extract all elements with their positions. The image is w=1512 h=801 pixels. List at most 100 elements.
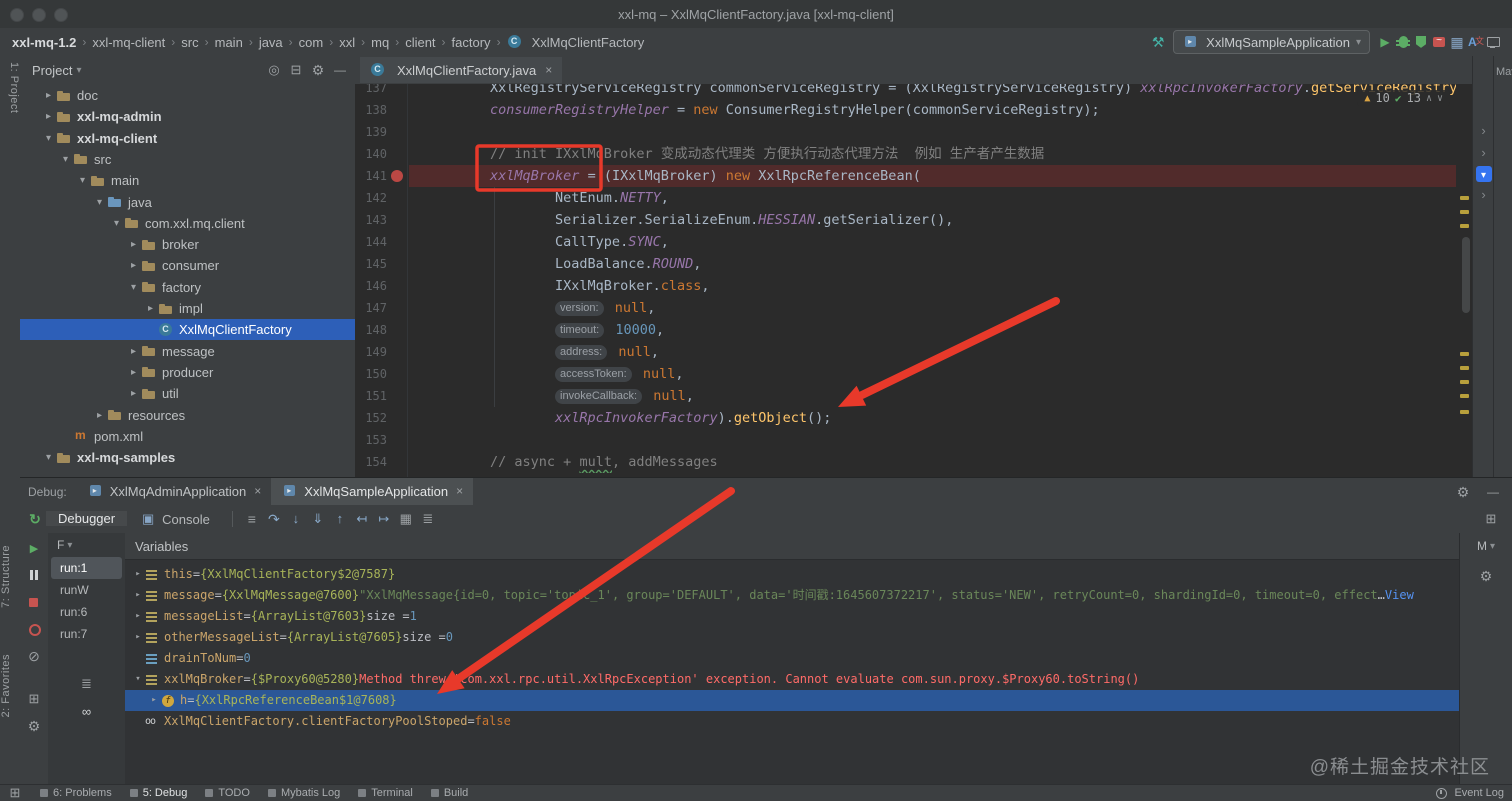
breadcrumb-item[interactable]: mq bbox=[369, 35, 391, 50]
breadcrumb-item[interactable]: src bbox=[179, 35, 200, 50]
code-line[interactable]: CallType.SYNC, bbox=[419, 231, 1458, 253]
code-line[interactable]: // async + mult, addMessages bbox=[419, 451, 1458, 473]
code-editor[interactable]: 137 XxlRegistryServiceRegistry commonSer… bbox=[355, 84, 1472, 477]
thread-item[interactable]: run:6 bbox=[51, 601, 122, 623]
code-line[interactable]: NetEnum.NETTY, bbox=[419, 187, 1458, 209]
monitor-icon[interactable] bbox=[1484, 33, 1502, 51]
view-tab-debugger[interactable]: Debugger bbox=[46, 511, 128, 526]
inspections-widget[interactable]: ▲ 10 ✔ 13 ∧ ∨ bbox=[1357, 90, 1450, 106]
wrench-icon[interactable] bbox=[1149, 33, 1167, 51]
tree-item[interactable]: ▾ java bbox=[20, 192, 355, 213]
chevron-collapsed-icon[interactable]: ▸ bbox=[41, 111, 56, 122]
step-over-icon[interactable] bbox=[265, 510, 283, 528]
tree-item[interactable]: ▸ message bbox=[20, 341, 355, 362]
chevron-icon[interactable] bbox=[1475, 186, 1493, 204]
line-number[interactable]: 146 bbox=[357, 275, 387, 297]
tree-item[interactable]: ▸ broker bbox=[20, 234, 355, 255]
view-breakpoints-icon[interactable] bbox=[25, 620, 43, 638]
scrollbar-thumb[interactable] bbox=[1462, 237, 1470, 313]
restore-layout-icon[interactable] bbox=[1482, 510, 1500, 528]
line-number[interactable]: 142 bbox=[357, 187, 387, 209]
project-panel-title[interactable]: Project bbox=[32, 63, 72, 78]
coverage-icon[interactable] bbox=[1412, 33, 1430, 51]
tree-item[interactable]: ▾ xxl-mq-client bbox=[20, 128, 355, 149]
step-out-icon[interactable] bbox=[331, 510, 349, 528]
close-icon[interactable]: × bbox=[254, 484, 261, 498]
tree-item[interactable]: ▾ src bbox=[20, 149, 355, 170]
event-log-icon[interactable] bbox=[1432, 784, 1450, 801]
stop-icon[interactable] bbox=[25, 593, 43, 611]
chevron-collapsed-icon[interactable]: ▸ bbox=[131, 564, 145, 585]
next-problem-icon[interactable]: ∨ bbox=[1437, 93, 1443, 104]
variable-row[interactable]: drainToNum = 0 bbox=[125, 648, 1460, 669]
chevron-collapsed-icon[interactable]: ▸ bbox=[126, 388, 141, 399]
view-table-icon[interactable] bbox=[397, 510, 415, 528]
frames-filter[interactable]: F ▾ bbox=[48, 533, 125, 557]
chevron-expanded-icon[interactable]: ▾ bbox=[109, 218, 124, 229]
prev-problem-icon[interactable]: ∧ bbox=[1426, 93, 1432, 104]
breadcrumb-item[interactable]: factory bbox=[450, 35, 493, 50]
close-icon[interactable]: × bbox=[545, 63, 552, 77]
chevron-icon[interactable] bbox=[1475, 122, 1493, 140]
line-number[interactable]: 149 bbox=[357, 341, 387, 363]
chevron-collapsed-icon[interactable]: ▸ bbox=[131, 627, 145, 648]
chevron-expanded-icon[interactable]: ▾ bbox=[41, 133, 56, 144]
hide-icon[interactable] bbox=[331, 61, 349, 79]
chevron-collapsed-icon[interactable]: ▸ bbox=[131, 585, 145, 606]
chevron-expanded-icon[interactable]: ▾ bbox=[75, 175, 90, 186]
translate-icon[interactable] bbox=[1466, 32, 1484, 51]
code-line[interactable]: version: null, bbox=[419, 297, 1458, 319]
event-log-label[interactable]: Event Log bbox=[1454, 787, 1504, 799]
code-line[interactable]: xxlRpcInvokerFactory).getObject(); bbox=[419, 407, 1458, 429]
mute-breakpoints-icon[interactable] bbox=[25, 647, 43, 665]
line-number[interactable]: 147 bbox=[357, 297, 387, 319]
view-tab-console[interactable]: Console bbox=[127, 510, 222, 528]
collapse-all-icon[interactable] bbox=[287, 61, 305, 79]
chevron-collapsed-icon[interactable]: ▸ bbox=[143, 303, 158, 314]
tree-item[interactable]: XxlMqClientFactory bbox=[20, 319, 355, 341]
breadcrumb-item[interactable]: xxl bbox=[337, 35, 357, 50]
thread-item[interactable]: runW bbox=[51, 579, 122, 601]
code-line[interactable]: LoadBalance.ROUND, bbox=[419, 253, 1458, 275]
play-icon[interactable] bbox=[1376, 33, 1394, 51]
grid-icon[interactable] bbox=[1448, 33, 1466, 51]
settings-icon[interactable] bbox=[1477, 567, 1495, 585]
line-number[interactable]: 137 bbox=[357, 84, 387, 99]
debug-tab[interactable]: XxlMqAdminApplication × bbox=[77, 478, 272, 505]
pause-icon[interactable] bbox=[25, 566, 43, 584]
variable-row[interactable]: XxlMqClientFactory.clientFactoryPoolStop… bbox=[125, 711, 1460, 732]
profiler-icon[interactable] bbox=[1430, 32, 1448, 51]
locate-icon[interactable] bbox=[265, 61, 283, 79]
minimize-icon[interactable] bbox=[1484, 483, 1502, 501]
variable-row[interactable]: ▸ this = {XxlMqClientFactory$2@7587} bbox=[125, 564, 1460, 585]
minimize-window-icon[interactable] bbox=[32, 8, 46, 22]
threads-view-icon[interactable] bbox=[419, 510, 437, 528]
zoom-window-icon[interactable] bbox=[54, 8, 68, 22]
code-line[interactable]: consumerRegistryHelper = new ConsumerReg… bbox=[419, 99, 1458, 121]
watches-icon[interactable] bbox=[78, 703, 96, 721]
chevron-down-icon[interactable]: ▾ bbox=[76, 65, 81, 76]
line-number[interactable]: 152 bbox=[357, 407, 387, 429]
settings-icon[interactable] bbox=[25, 717, 43, 735]
variable-row[interactable]: ▸ messageList = {ArrayList@7603} size = 1 bbox=[125, 606, 1460, 627]
chevron-collapsed-icon[interactable]: ▸ bbox=[126, 239, 141, 250]
code-line[interactable]: // init IXxlMqBroker 变成动态代理类 方便执行动态代理方法 … bbox=[419, 143, 1458, 165]
tree-item[interactable]: ▸ producer bbox=[20, 362, 355, 383]
memory-tab[interactable]: M ▾ bbox=[1477, 539, 1495, 553]
statusbar-item[interactable]: TODO bbox=[205, 787, 250, 799]
breadcrumb-item[interactable]: xxl-mq-1.2 bbox=[10, 35, 78, 50]
line-number[interactable]: 141 bbox=[357, 165, 387, 187]
line-number[interactable]: 144 bbox=[357, 231, 387, 253]
debug-bug-icon[interactable] bbox=[1394, 33, 1412, 51]
code-line[interactable] bbox=[419, 429, 1458, 451]
breadcrumb-item[interactable]: xxl-mq-client bbox=[90, 35, 167, 50]
line-number[interactable]: 148 bbox=[357, 319, 387, 341]
statusbar-item[interactable]: Mybatis Log bbox=[267, 787, 340, 799]
settings-icon[interactable] bbox=[309, 61, 327, 79]
chevron-collapsed-icon[interactable]: ▸ bbox=[147, 690, 161, 711]
tree-item[interactable]: ▸ doc bbox=[20, 85, 355, 106]
code-line[interactable]: invokeCallback: null, bbox=[419, 385, 1458, 407]
tool-button-structure[interactable]: 7: Structure bbox=[0, 545, 20, 608]
step-into-icon[interactable] bbox=[287, 510, 305, 528]
line-number[interactable]: 151 bbox=[357, 385, 387, 407]
